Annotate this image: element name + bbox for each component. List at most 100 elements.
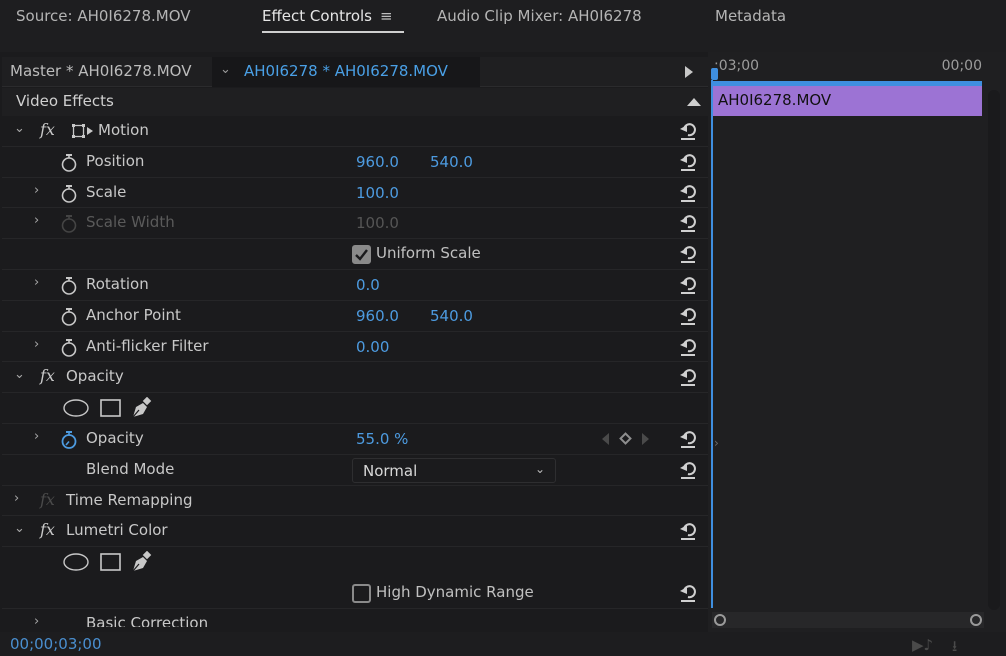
ellipse-mask-icon[interactable]: [62, 398, 90, 418]
chevron-down-icon: ⌄: [534, 461, 545, 476]
stopwatch-icon[interactable]: [60, 338, 78, 358]
reset-icon[interactable]: [678, 520, 698, 542]
stopwatch-icon[interactable]: [60, 184, 78, 204]
reset-icon[interactable]: [678, 120, 698, 142]
hdr-checkbox[interactable]: [352, 583, 371, 603]
property-label: Rotation: [86, 274, 149, 293]
rotation-value[interactable]: 0.0: [356, 276, 380, 294]
tab-effect-controls-label: Effect Controls: [262, 7, 372, 25]
reset-icon[interactable]: [678, 582, 698, 604]
reset-icon[interactable]: [678, 212, 698, 234]
ellipse-mask-icon[interactable]: [62, 552, 90, 572]
tab-audio-clip-mixer[interactable]: Audio Clip Mixer: AH0I6278: [437, 7, 642, 25]
panel-menu-icon[interactable]: ≡: [380, 7, 393, 25]
effect-timeline: ;03;00 00;00 AH0I6278.MOV ›: [708, 52, 1006, 632]
stopwatch-icon[interactable]: [60, 276, 78, 296]
transform-handles-icon[interactable]: [72, 124, 94, 138]
property-row-rotation: › Rotation 0.0: [2, 270, 708, 301]
expand-chevron-icon[interactable]: ›: [34, 337, 39, 352]
pen-mask-icon[interactable]: [130, 397, 152, 419]
scale-width-value: 100.0: [356, 214, 399, 233]
anchor-x-value[interactable]: 960.0: [356, 307, 399, 325]
fx-toggle-icon[interactable]: fx: [40, 366, 55, 385]
expand-chevron-icon[interactable]: ⌄: [14, 121, 25, 136]
expand-chevron-icon[interactable]: ›: [34, 275, 39, 290]
sequence-clip-selector[interactable]: ⌄ AH0I6278 * AH0I6278.MOV: [212, 57, 480, 87]
opacity-value[interactable]: 55.0 %: [356, 430, 408, 448]
chevron-down-icon: ⌄: [220, 62, 231, 77]
reset-icon[interactable]: [678, 428, 698, 450]
anti-flicker-value[interactable]: 0.00: [356, 338, 389, 356]
show-timeline-toggle-icon[interactable]: [685, 66, 693, 78]
effect-row-opacity: ⌄ fx Opacity: [2, 362, 708, 394]
fx-toggle-icon[interactable]: fx: [40, 520, 55, 539]
rectangle-mask-icon[interactable]: [99, 398, 121, 418]
expand-chevron-icon[interactable]: ›: [14, 491, 19, 506]
stopwatch-icon[interactable]: [60, 153, 78, 173]
expand-chevron-icon[interactable]: ›: [34, 429, 39, 444]
reset-icon[interactable]: [678, 366, 698, 388]
uniform-scale-checkbox[interactable]: [352, 245, 371, 265]
reset-icon[interactable]: [678, 243, 698, 265]
tab-source[interactable]: Source: AH0I6278.MOV: [16, 7, 191, 25]
playhead-handle[interactable]: [711, 68, 718, 80]
master-clip-label[interactable]: Master * AH0I6278.MOV: [10, 62, 191, 80]
previous-keyframe-icon[interactable]: [602, 432, 609, 445]
play-audio-icon[interactable]: ▶♪: [912, 636, 933, 654]
collapse-up-icon[interactable]: [687, 98, 701, 106]
property-label: Opacity: [86, 428, 144, 447]
group-label: Basic Correction: [86, 613, 209, 627]
timeline-zoom-scrollbar[interactable]: [712, 612, 984, 628]
video-effects-title: Video Effects: [16, 92, 114, 110]
position-x-value[interactable]: 960.0: [356, 153, 399, 171]
reset-icon[interactable]: [678, 274, 698, 296]
export-icon[interactable]: ⭳: [952, 636, 957, 656]
time-ruler[interactable]: ;03;00 00;00: [708, 52, 1006, 82]
tab-effect-controls[interactable]: Effect Controls ≡: [262, 7, 393, 25]
blend-mode-select[interactable]: Normal ⌄: [352, 457, 556, 483]
expand-chevron-icon[interactable]: ⌄: [14, 521, 25, 536]
vertical-scrollbar[interactable]: [988, 90, 1000, 610]
position-y-value[interactable]: 540.0: [430, 153, 473, 171]
pen-mask-icon[interactable]: [130, 551, 152, 573]
stopwatch-icon: [61, 215, 77, 234]
effect-row-time-remapping: › fx Time Remapping: [2, 486, 708, 517]
reset-icon[interactable]: [678, 182, 698, 204]
property-label: Scale Width: [86, 213, 175, 232]
zoom-handle-right[interactable]: [970, 614, 982, 626]
anchor-y-value[interactable]: 540.0: [430, 307, 473, 325]
fx-toggle-icon[interactable]: fx: [40, 120, 55, 139]
timeline-clip[interactable]: AH0I6278.MOV: [712, 86, 982, 116]
uniform-scale-label: Uniform Scale: [376, 244, 481, 263]
reset-icon[interactable]: [678, 305, 698, 327]
zoom-handle-left[interactable]: [714, 614, 726, 626]
reset-icon[interactable]: [678, 459, 698, 481]
reset-icon[interactable]: [678, 151, 698, 173]
expand-chevron-icon: ›: [34, 213, 40, 229]
effect-row-lumetri-color: ⌄ fx Lumetri Color: [2, 516, 708, 548]
rectangle-mask-icon[interactable]: [99, 552, 121, 572]
add-keyframe-icon[interactable]: [619, 432, 632, 446]
effect-name: Opacity: [66, 367, 124, 386]
stopwatch-active-icon[interactable]: [60, 430, 78, 450]
timeline-clip-name: AH0I6278.MOV: [718, 91, 832, 109]
property-row-uniform-scale: Uniform Scale: [2, 239, 708, 270]
next-keyframe-icon[interactable]: [642, 432, 649, 445]
current-timecode[interactable]: 00;00;03;00: [10, 635, 102, 653]
expand-chevron-icon[interactable]: ›: [34, 614, 39, 627]
scale-value[interactable]: 100.0: [356, 184, 399, 202]
property-row-blend-mode: Blend Mode Normal ⌄: [2, 455, 708, 486]
ruler-end-time: 00;00: [941, 58, 982, 74]
reset-icon[interactable]: [678, 336, 698, 358]
stopwatch-icon[interactable]: [60, 307, 78, 327]
property-row-scale-width: › Scale Width 100.0: [2, 208, 708, 240]
hdr-label: High Dynamic Range: [376, 582, 534, 601]
expand-chevron-icon[interactable]: ›: [34, 183, 39, 198]
expand-chevron-icon[interactable]: ⌄: [14, 367, 25, 382]
property-row-opacity: › Opacity 55.0 %: [2, 424, 708, 455]
property-label: Position: [86, 151, 145, 170]
effect-name: Time Remapping: [66, 490, 193, 509]
fx-toggle-icon: fx: [40, 489, 55, 509]
tab-metadata[interactable]: Metadata: [715, 7, 786, 25]
property-row-position: Position 960.0 540.0: [2, 147, 708, 178]
